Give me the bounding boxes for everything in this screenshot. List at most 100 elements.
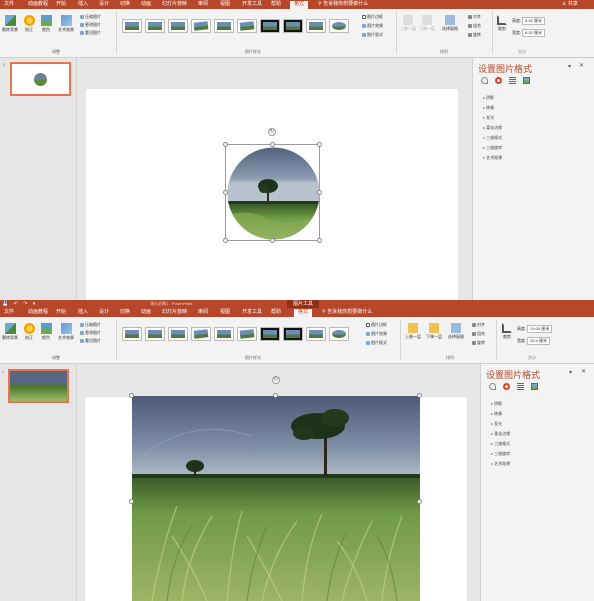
compress-pictures-button[interactable]: 压缩图片 [80, 322, 101, 328]
picture-layout-button[interactable]: 图片版式 [366, 340, 387, 346]
tab-design[interactable]: 设计 [99, 309, 109, 316]
send-backward-button[interactable]: 下移一层 [425, 323, 443, 340]
section-3d-rotation[interactable]: 三维旋转 [491, 449, 510, 459]
section-glow[interactable]: 发光 [483, 113, 502, 123]
picture-effects-button[interactable]: 图片效果 [366, 331, 387, 337]
tab-review[interactable]: 审阅 [198, 1, 208, 8]
height-field[interactable]: 高度: 19.05 厘米 [517, 325, 553, 333]
picture-icon[interactable] [523, 77, 530, 84]
width-field[interactable]: 宽度: 25.4 厘米 [517, 337, 551, 345]
reset-picture-button[interactable]: 重设图片 [80, 30, 101, 36]
resize-handle-t[interactable] [273, 393, 278, 398]
remove-background-button[interactable]: 删除背景 [1, 15, 19, 33]
color-button[interactable]: 颜色 [39, 323, 53, 341]
height-input[interactable]: 8.52 厘米 [522, 17, 546, 25]
tab-insert[interactable]: 插入 [78, 309, 88, 316]
width-input[interactable]: 25.4 厘米 [527, 337, 551, 345]
slide-thumbnail[interactable] [10, 62, 71, 96]
resize-handle-b[interactable] [270, 238, 275, 243]
align-button[interactable]: 对齐 [472, 322, 485, 328]
section-shadow[interactable]: 阴影 [483, 93, 502, 103]
send-backward-button[interactable]: 下移一层 [419, 15, 435, 32]
field-tree-picture[interactable] [132, 396, 420, 601]
resize-handle-tr[interactable] [417, 393, 422, 398]
tab-insert[interactable]: 插入 [78, 1, 88, 8]
picture-style-5[interactable] [214, 327, 234, 341]
artistic-effects-button[interactable]: 艺术效果 [56, 323, 76, 341]
tab-format[interactable]: 格式 [294, 309, 313, 317]
resize-handle-tr[interactable] [317, 142, 322, 147]
bring-forward-button[interactable]: 上移一层 [400, 15, 416, 32]
picture-border-button[interactable]: 图片边框 [362, 14, 383, 20]
close-icon[interactable]: ✕ [579, 62, 584, 69]
picture-style-1[interactable] [122, 327, 142, 341]
section-soft-edges[interactable]: 柔化边缘 [483, 123, 502, 133]
tab-file[interactable]: 文件 [4, 1, 14, 8]
tab-animations[interactable]: 动画 [141, 309, 151, 316]
pane-options-icon[interactable]: ▾ [569, 369, 572, 376]
compress-pictures-button[interactable]: 压缩图片 [80, 14, 101, 20]
picture-style-4[interactable] [191, 327, 211, 341]
tab-slideshow[interactable]: 幻灯片放映 [162, 1, 187, 8]
tab-home[interactable]: 开始 [56, 1, 66, 8]
tab-help[interactable]: 帮助 [271, 1, 281, 8]
quick-access-toolbar[interactable]: 💾 ↶ ↷ ▾ [2, 301, 37, 307]
crop-button[interactable]: 裁剪 [500, 323, 514, 340]
corrections-button[interactable]: 校正 [22, 15, 36, 33]
picture-style-4[interactable] [191, 19, 211, 33]
crop-button[interactable]: 裁剪 [495, 15, 509, 32]
resize-handle-br[interactable] [317, 238, 322, 243]
section-artistic-effects[interactable]: 艺术效果 [491, 459, 510, 469]
tab-animations[interactable]: 动画 [141, 1, 151, 8]
tab-slideshow[interactable]: 幻灯片放映 [162, 309, 187, 316]
picture-style-10[interactable] [329, 19, 349, 33]
height-field[interactable]: 高度: 8.52 厘米 [512, 17, 546, 25]
section-3d-rotation[interactable]: 三维旋转 [483, 143, 502, 153]
fill-line-icon[interactable] [481, 77, 488, 84]
tell-me-search[interactable]: ⚲ 告诉我你想要做什么 [318, 1, 368, 8]
share-button[interactable]: ♙ 共享 [562, 1, 578, 8]
picture-style-8[interactable] [283, 19, 303, 33]
change-picture-button[interactable]: 更改图片 [80, 330, 101, 336]
resize-handle-bl[interactable] [223, 238, 228, 243]
selection-pane-button[interactable]: 选择窗格 [440, 15, 460, 32]
tab-developer[interactable]: 开发工具 [242, 1, 262, 8]
rotate-button[interactable]: 旋转 [468, 32, 481, 38]
picture-layout-button[interactable]: 图片版式 [362, 32, 383, 38]
tab-format[interactable]: 格式 [290, 1, 309, 9]
picture-style-3[interactable] [168, 327, 188, 341]
close-icon[interactable]: ✕ [581, 368, 586, 375]
selection-pane-button[interactable]: 选择窗格 [446, 323, 466, 340]
picture-style-2[interactable] [145, 327, 165, 341]
tab-file[interactable]: 文件 [4, 309, 14, 316]
tell-me-search[interactable]: ⚲ 告诉我你想要做什么 [322, 309, 372, 316]
tab-transitions[interactable]: 切换 [120, 309, 130, 316]
picture-style-3[interactable] [168, 19, 188, 33]
group-button[interactable]: 组合 [472, 331, 485, 337]
width-input[interactable]: 8.52 厘米 [522, 29, 546, 37]
size-properties-icon[interactable] [517, 383, 524, 390]
picture-style-5[interactable] [214, 19, 234, 33]
resize-handle-t[interactable] [270, 142, 275, 147]
picture-effects-button[interactable]: 图片效果 [362, 23, 383, 29]
picture-style-6[interactable] [237, 19, 257, 33]
artistic-effects-button[interactable]: 艺术效果 [56, 15, 76, 33]
section-reflection[interactable]: 映像 [483, 103, 502, 113]
picture-style-7[interactable] [260, 327, 280, 341]
tab-animation-tutorial[interactable]: 动画教程 [28, 309, 48, 316]
change-picture-button[interactable]: 更改图片 [80, 22, 101, 28]
section-3d-format[interactable]: 三维格式 [483, 133, 502, 143]
picture-border-button[interactable]: 图片边框 [366, 322, 387, 328]
tab-transitions[interactable]: 切换 [120, 1, 130, 8]
picture-style-10[interactable] [329, 327, 349, 341]
tab-help[interactable]: 帮助 [271, 309, 281, 316]
picture-style-8[interactable] [283, 327, 303, 341]
resize-handle-r[interactable] [417, 499, 422, 504]
section-3d-format[interactable]: 三维格式 [491, 439, 510, 449]
rotate-button[interactable]: 旋转 [472, 340, 485, 346]
width-field[interactable]: 宽度: 8.52 厘米 [512, 29, 546, 37]
rotate-handle[interactable]: ↻ [268, 128, 276, 136]
effects-pentagon-icon[interactable] [503, 383, 510, 390]
section-artistic-effects[interactable]: 艺术效果 [483, 153, 502, 163]
tab-design[interactable]: 设计 [99, 1, 109, 8]
